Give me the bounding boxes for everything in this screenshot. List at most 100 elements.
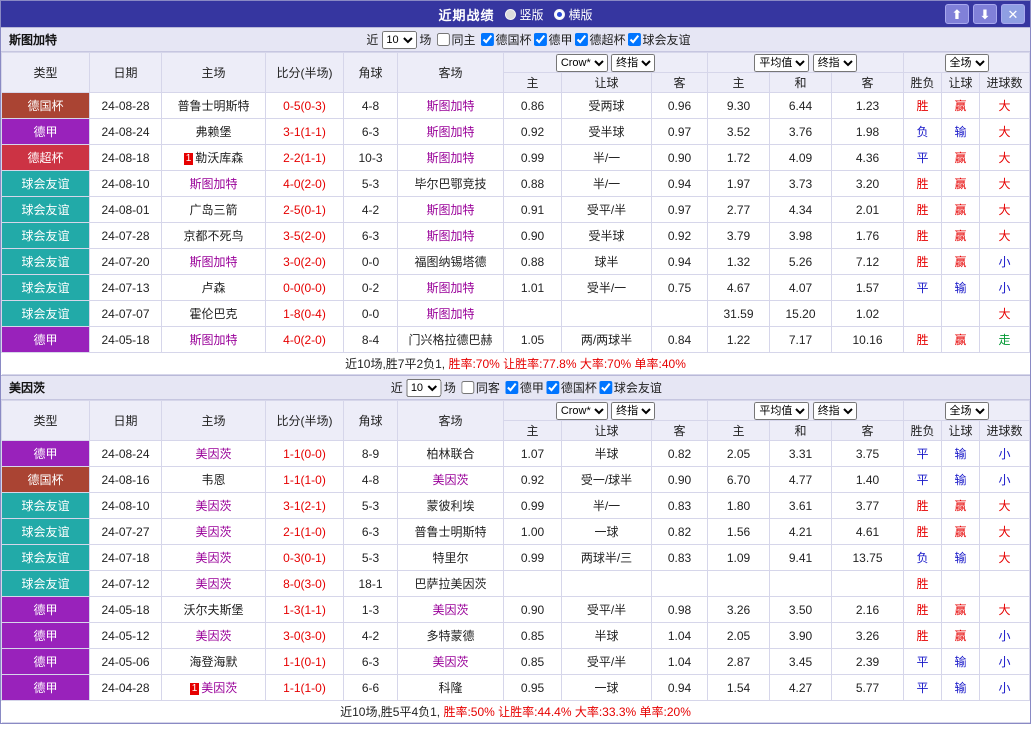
league-filter[interactable]: 球会友谊 [626,31,691,48]
recent-count-select[interactable]: 10 [406,379,441,397]
away-team-link[interactable]: 美因茨 [398,467,504,493]
home-team-link[interactable]: 斯图加特 [162,327,266,353]
away-team-link[interactable]: 斯图加特 [398,223,504,249]
score-link[interactable]: 1-3(1-1) [266,597,344,623]
full-match-select[interactable]: 全场 [945,402,989,420]
score-link[interactable]: 3-1(2-1) [266,493,344,519]
away-team-link[interactable]: 斯图加特 [398,275,504,301]
score-link[interactable]: 2-1(1-0) [266,519,344,545]
score-link[interactable]: 4-0(2-0) [266,171,344,197]
away-team-link[interactable]: 毕尔巴鄂竞技 [398,171,504,197]
score-link[interactable]: 1-1(1-0) [266,467,344,493]
score-link[interactable]: 1-1(0-1) [266,649,344,675]
odds-stage-select[interactable]: 终指 [611,54,655,72]
away-team-link[interactable]: 斯图加特 [398,197,504,223]
average-select[interactable]: 平均值 [754,402,809,420]
home-team-link[interactable]: 广岛三箭 [162,197,266,223]
score-link[interactable]: 3-1(1-1) [266,119,344,145]
score-link[interactable]: 3-5(2-0) [266,223,344,249]
away-team-link[interactable]: 福图纳锡塔德 [398,249,504,275]
league-filter-checkbox[interactable] [505,381,518,394]
home-team-link[interactable]: 京都不死鸟 [162,223,266,249]
away-team-link[interactable]: 多特蒙德 [398,623,504,649]
score-link[interactable]: 2-2(1-1) [266,145,344,171]
bookmaker-home-odds: 0.95 [504,675,562,701]
away-team-link[interactable]: 科隆 [398,675,504,701]
radio-icon[interactable] [504,9,515,20]
home-team-link[interactable]: 斯图加特 [162,249,266,275]
close-button[interactable]: ✕ [1001,4,1025,24]
away-team-link[interactable]: 斯图加特 [398,145,504,171]
same-venue-checkbox[interactable] [461,381,474,394]
away-team-link[interactable]: 门兴格拉德巴赫 [398,327,504,353]
score-link[interactable]: 8-0(3-0) [266,571,344,597]
home-team-link[interactable]: 霍伦巴克 [162,301,266,327]
average-stage-select[interactable]: 终指 [813,402,857,420]
away-team-link[interactable]: 斯图加特 [398,119,504,145]
league-filter[interactable]: 德甲 [503,379,544,396]
home-team-link[interactable]: 弗赖堡 [162,119,266,145]
same-venue-filter[interactable]: 同客 [459,379,500,396]
home-team-link[interactable]: 韦恩 [162,467,266,493]
away-team-link[interactable]: 柏林联合 [398,441,504,467]
layout-radio-vertical[interactable]: 竖版 [504,6,543,23]
home-team-link[interactable]: 美因茨 [162,545,266,571]
league-filter-checkbox[interactable] [628,33,641,46]
home-team-link[interactable]: 美因茨 [162,441,266,467]
score-link[interactable]: 1-8(0-4) [266,301,344,327]
layout-radio-horizontal[interactable]: 横版 [554,6,593,23]
away-team-link[interactable]: 斯图加特 [398,93,504,119]
league-filter-checkbox[interactable] [599,381,612,394]
home-team-link[interactable]: 普鲁士明斯特 [162,93,266,119]
same-venue-checkbox[interactable] [436,33,449,46]
score-link[interactable]: 2-5(0-1) [266,197,344,223]
scroll-down-button[interactable]: ⬇ [973,4,997,24]
league-filter-checkbox[interactable] [480,33,493,46]
away-team-link[interactable]: 斯图加特 [398,301,504,327]
home-team-link[interactable]: 美因茨 [162,623,266,649]
score-link[interactable]: 3-0(3-0) [266,623,344,649]
league-filter[interactable]: 德超杯 [572,31,625,48]
league-filter[interactable]: 球会友谊 [597,379,662,396]
home-team-link[interactable]: 卢森 [162,275,266,301]
home-team-link[interactable]: 美因茨 [162,571,266,597]
home-team-link[interactable]: 沃尔夫斯堡 [162,597,266,623]
radio-icon-selected[interactable] [554,9,565,20]
score-link[interactable]: 1-1(0-0) [266,441,344,467]
away-team-link[interactable]: 特里尔 [398,545,504,571]
away-team-link[interactable]: 美因茨 [398,597,504,623]
same-venue-filter[interactable]: 同主 [434,31,475,48]
score-link[interactable]: 0-3(0-1) [266,545,344,571]
score-link[interactable]: 4-0(2-0) [266,327,344,353]
league-filter-checkbox[interactable] [533,33,546,46]
league-filter[interactable]: 德国杯 [544,379,597,396]
league-filter-checkbox[interactable] [546,381,559,394]
league-filter[interactable]: 德甲 [531,31,572,48]
league-filter-checkbox[interactable] [574,33,587,46]
away-team-link[interactable]: 美因茨 [398,649,504,675]
score-link[interactable]: 0-0(0-0) [266,275,344,301]
home-team-link[interactable]: 海登海默 [162,649,266,675]
scroll-up-button[interactable]: ⬆ [945,4,969,24]
score-link[interactable]: 1-1(1-0) [266,675,344,701]
bookmaker-select[interactable]: Crow* [556,402,608,420]
away-team-link[interactable]: 巴萨拉美因茨 [398,571,504,597]
bookmaker-select[interactable]: Crow* [556,54,608,72]
score-link[interactable]: 3-0(2-0) [266,249,344,275]
home-team-link[interactable]: 美因茨 [162,519,266,545]
average-select[interactable]: 平均值 [754,54,809,72]
odds-stage-select[interactable]: 终指 [611,402,655,420]
corner-count: 4-8 [344,93,398,119]
full-match-select[interactable]: 全场 [945,54,989,72]
average-stage-select[interactable]: 终指 [813,54,857,72]
home-team-link[interactable]: 1美因茨 [162,675,266,701]
home-team-link[interactable]: 1勒沃库森 [162,145,266,171]
recent-count-select[interactable]: 10 [381,31,416,49]
bookmaker-home-odds: 0.88 [504,171,562,197]
league-filter[interactable]: 德国杯 [478,31,531,48]
score-link[interactable]: 0-5(0-3) [266,93,344,119]
home-team-link[interactable]: 斯图加特 [162,171,266,197]
home-team-link[interactable]: 美因茨 [162,493,266,519]
away-team-link[interactable]: 蒙彼利埃 [398,493,504,519]
away-team-link[interactable]: 普鲁士明斯特 [398,519,504,545]
